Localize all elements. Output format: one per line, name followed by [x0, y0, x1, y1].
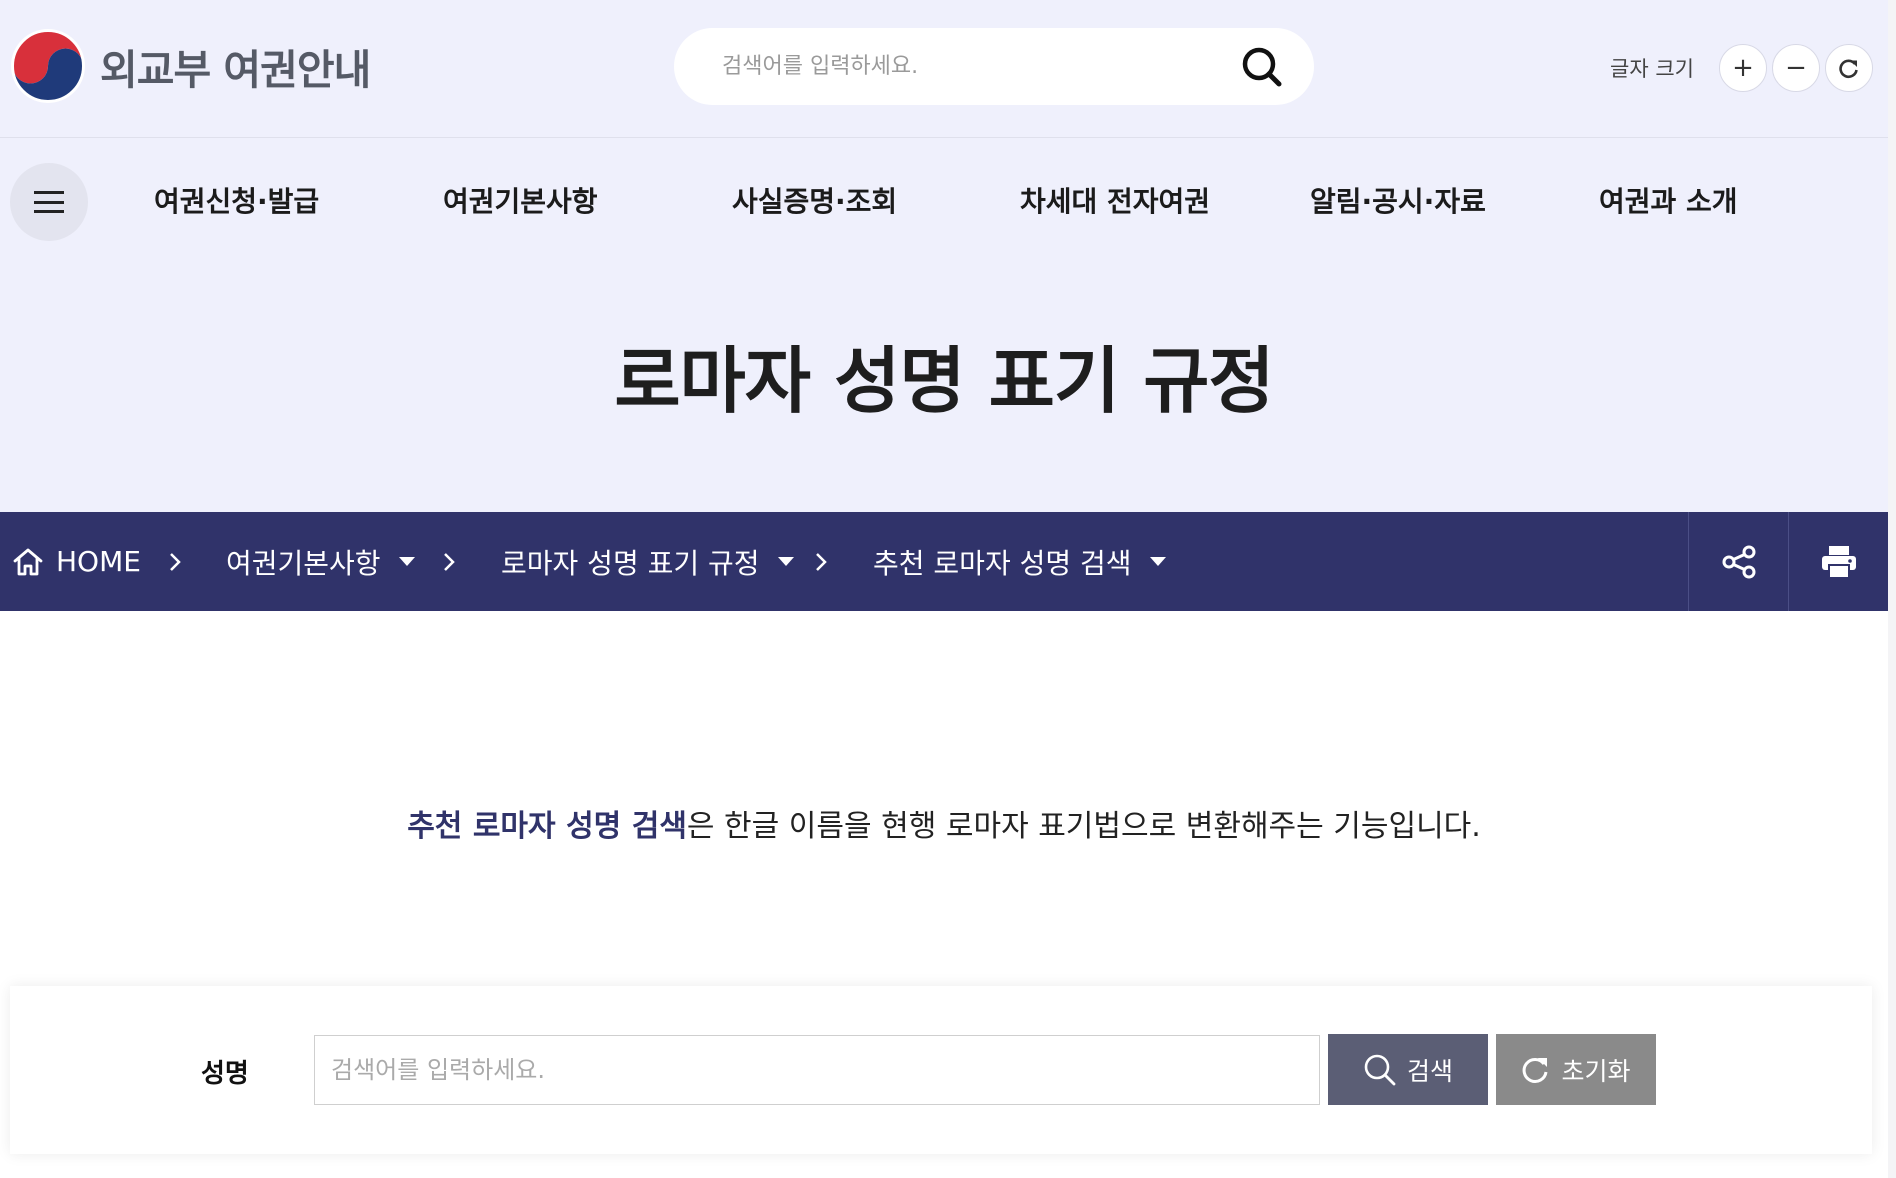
font-decrease-button[interactable]: − — [1771, 44, 1820, 92]
header-divider — [0, 137, 1888, 138]
site-search-input[interactable] — [722, 54, 1238, 79]
chevron-right-icon — [168, 512, 182, 611]
font-increase-button[interactable]: + — [1718, 44, 1767, 92]
printer-icon — [1821, 545, 1856, 579]
hamburger-icon — [34, 191, 64, 213]
share-icon — [1722, 545, 1755, 578]
page-title: 로마자 성명 표기 규정 — [614, 339, 1274, 423]
caret-down-icon — [398, 557, 415, 566]
gnb-item-notices-data[interactable]: 알림·공시·자료 — [1310, 180, 1486, 220]
breadcrumb-item-name-search[interactable]: 추천 로마자 성명 검색 — [873, 512, 1166, 611]
home-icon — [13, 548, 43, 575]
breadcrumb-item-label: 추천 로마자 성명 검색 — [873, 546, 1132, 580]
breadcrumb-item-label: 로마자 성명 표기 규정 — [501, 546, 760, 580]
gnb-item-passport-basics[interactable]: 여권기본사항 — [443, 180, 598, 220]
caret-down-icon — [1149, 557, 1166, 566]
refresh-icon — [1839, 59, 1858, 79]
intro-text: 추천 로마자 성명 검색은 한글 이름을 현행 로마자 표기법으로 변환해주는 … — [0, 801, 1888, 845]
site-search — [674, 28, 1314, 105]
search-icon — [1363, 1053, 1397, 1087]
breadcrumb-home[interactable]: HOME — [12, 512, 141, 611]
font-size-control: 글자 크기 + − — [1610, 44, 1873, 92]
minus-icon: − — [1785, 53, 1807, 83]
chevron-right-icon — [814, 512, 828, 611]
intro-highlight: 추천 로마자 성명 검색 — [407, 809, 687, 844]
share-button[interactable] — [1688, 512, 1788, 611]
breadcrumb-item-romanization-rules[interactable]: 로마자 성명 표기 규정 — [501, 512, 794, 611]
gnb-item-next-gen-epassport[interactable]: 차세대 전자여권 — [1020, 180, 1210, 220]
breadcrumb-item-label: 여권기본사항 — [226, 546, 381, 580]
name-search-button[interactable]: 검색 — [1328, 1034, 1488, 1105]
logo-text: 외교부 여권안내 — [100, 46, 371, 94]
breadcrumb-item-passport-basics[interactable]: 여권기본사항 — [226, 512, 415, 611]
reset-button[interactable]: 초기화 — [1496, 1034, 1656, 1105]
all-menu-button[interactable] — [10, 163, 88, 241]
reset-button-label: 초기화 — [1561, 1056, 1631, 1086]
gnb-item-passport-application[interactable]: 여권신청·발급 — [154, 180, 319, 220]
name-field-label: 성명 — [201, 1059, 249, 1089]
name-search-input[interactable] — [314, 1035, 1320, 1105]
taegeuk-emblem-icon — [10, 28, 86, 104]
gnb-item-certificate-inquiry[interactable]: 사실증명·조회 — [732, 180, 897, 220]
breadcrumb-home-label: HOME — [56, 545, 141, 578]
font-size-label: 글자 크기 — [1610, 57, 1694, 81]
site-logo[interactable]: 외교부 여권안내 — [10, 28, 371, 104]
search-icon — [1242, 47, 1282, 86]
print-button[interactable] — [1788, 512, 1888, 611]
gnb-item-division-intro[interactable]: 여권과 소개 — [1599, 180, 1738, 220]
refresh-icon — [1521, 1055, 1551, 1085]
font-reset-button[interactable] — [1824, 44, 1873, 92]
chevron-right-icon — [442, 512, 456, 611]
intro-rest: 은 한글 이름을 현행 로마자 표기법으로 변환해주는 기능입니다. — [686, 809, 1481, 844]
plus-icon: + — [1732, 53, 1754, 83]
caret-down-icon — [777, 557, 794, 566]
search-button-label: 검색 — [1406, 1056, 1453, 1086]
scrollbar-track[interactable] — [1888, 0, 1896, 1178]
site-search-button[interactable] — [1238, 43, 1286, 91]
